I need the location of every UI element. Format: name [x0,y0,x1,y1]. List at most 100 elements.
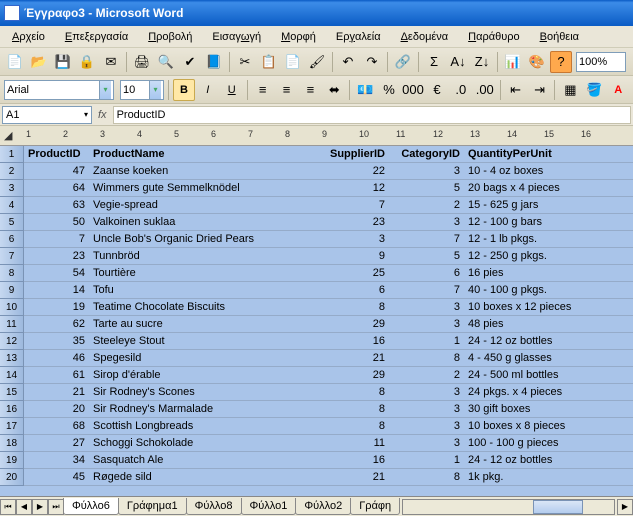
cell[interactable]: Zaanse koeken [89,163,319,179]
cell[interactable]: 24 - 500 ml bottles [464,367,614,383]
cell[interactable]: 3 [389,214,464,230]
dec-decimal-icon[interactable]: .00 [474,79,496,101]
formula-input[interactable]: ProductID [113,106,631,124]
inc-decimal-icon[interactable]: .0 [450,79,472,101]
percent-icon[interactable]: % [378,79,400,101]
undo-icon[interactable]: ↶ [337,51,359,73]
inc-indent-icon[interactable]: ⇥ [529,79,551,101]
cell[interactable]: Tofu [89,282,319,298]
cell[interactable]: Scottish Longbreads [89,418,319,434]
table-row[interactable]: 21Sir Rodney's Scones8324 pkgs. x 4 piec… [24,384,633,401]
sheet-tab[interactable]: Φύλλο1 [241,498,297,515]
cell[interactable]: 48 pies [464,316,614,332]
row-header[interactable]: 8 [0,265,24,282]
cell[interactable]: 1k pkg. [464,469,614,485]
row-header[interactable]: 15 [0,384,24,401]
paste-icon[interactable]: 📄 [282,51,304,73]
cell[interactable]: 8 [389,469,464,485]
row-header[interactable]: 10 [0,299,24,316]
column-header[interactable]: QuantityPerUnit [464,146,614,162]
cell[interactable]: 47 [24,163,89,179]
row-header[interactable]: 20 [0,469,24,486]
cell[interactable]: 25 [319,265,389,281]
font-dropdown[interactable]: ▾ [4,80,114,100]
font-color-icon[interactable]: A [607,79,629,101]
align-right-icon[interactable]: ≡ [299,79,321,101]
table-row[interactable]: 27Schoggi Schokolade113100 - 100 g piece… [24,435,633,452]
row-header[interactable]: 16 [0,401,24,418]
table-row[interactable]: 23Tunnbröd9512 - 250 g pkgs. [24,248,633,265]
cell[interactable]: 54 [24,265,89,281]
cell[interactable]: 63 [24,197,89,213]
new-icon[interactable]: 📄 [4,51,26,73]
table-row[interactable]: 14Tofu6740 - 100 g pkgs. [24,282,633,299]
align-center-icon[interactable]: ≡ [276,79,298,101]
cell[interactable]: 27 [24,435,89,451]
mail-icon[interactable]: ✉ [100,51,122,73]
zoom-dropdown[interactable]: 100% [576,52,626,72]
first-tab-icon[interactable]: ⏮ [0,499,16,515]
cell[interactable]: 7 [389,231,464,247]
cell[interactable]: 29 [319,316,389,332]
cell[interactable]: Sir Rodney's Marmalade [89,401,319,417]
menu-δεδομένα[interactable]: Δεδομένα [395,29,455,45]
bold-icon[interactable]: B [173,79,195,101]
cell[interactable]: 10 boxes x 12 pieces [464,299,614,315]
cell[interactable]: 23 [24,248,89,264]
cell[interactable]: Schoggi Schokolade [89,435,319,451]
cell[interactable]: 16 [319,333,389,349]
cell[interactable]: Sir Rodney's Scones [89,384,319,400]
row-header[interactable]: 9 [0,282,24,299]
cell[interactable]: 3 [389,384,464,400]
table-row[interactable]: 64Wimmers gute Semmelknödel12520 bags x … [24,180,633,197]
preview-icon[interactable]: 🔍 [155,51,177,73]
cell[interactable]: 35 [24,333,89,349]
cell[interactable]: 45 [24,469,89,485]
cell[interactable]: 12 - 250 g pkgs. [464,248,614,264]
row-header[interactable]: 2 [0,163,24,180]
chevron-down-icon[interactable]: ▾ [99,81,111,99]
cell[interactable]: 8 [319,384,389,400]
cell[interactable]: 40 - 100 g pkgs. [464,282,614,298]
menu-εισαγωγή[interactable]: Εισαγωγή [206,29,267,45]
italic-icon[interactable]: I [197,79,219,101]
table-row[interactable]: 19Teatime Chocolate Biscuits8310 boxes x… [24,299,633,316]
menu-μορφή[interactable]: Μορφή [275,29,322,45]
cell[interactable]: 62 [24,316,89,332]
cell[interactable]: 3 [389,435,464,451]
cell[interactable]: 23 [319,214,389,230]
cell[interactable]: 12 - 100 g bars [464,214,614,230]
cell[interactable]: 8 [319,418,389,434]
cell[interactable]: 50 [24,214,89,230]
scroll-right-icon[interactable]: ▶ [617,499,633,515]
comma-icon[interactable]: 000 [402,79,424,101]
row-header[interactable]: 5 [0,214,24,231]
currency-icon[interactable]: 💶 [354,79,376,101]
table-row[interactable]: 62Tarte au sucre29348 pies [24,316,633,333]
row-header[interactable]: 19 [0,452,24,469]
cell[interactable]: 22 [319,163,389,179]
cell[interactable]: 5 [389,248,464,264]
cell[interactable]: 14 [24,282,89,298]
last-tab-icon[interactable]: ⏭ [48,499,64,515]
fill-color-icon[interactable]: 🪣 [583,79,605,101]
cell[interactable]: 24 - 12 oz bottles [464,452,614,468]
dec-indent-icon[interactable]: ⇤ [505,79,527,101]
spreadsheet-grid[interactable]: 1234567891011121314151617181920 ProductI… [0,146,633,496]
row-header[interactable]: 18 [0,435,24,452]
table-row[interactable]: 63Vegie-spread7215 - 625 g jars [24,197,633,214]
sheet-tab[interactable]: Φύλλο2 [295,498,351,515]
sort-desc-icon[interactable]: Z↓ [471,51,493,73]
cell[interactable]: Uncle Bob's Organic Dried Pears [89,231,319,247]
research-icon[interactable]: 📘 [203,51,225,73]
chevron-down-icon[interactable]: ▾ [84,110,88,119]
underline-icon[interactable]: U [221,79,243,101]
euro-icon[interactable]: € [426,79,448,101]
cell[interactable]: 1 [389,333,464,349]
cell[interactable]: 7 [319,197,389,213]
cell[interactable]: 21 [24,384,89,400]
sheet-tab[interactable]: Φύλλο8 [186,498,242,515]
fx-label[interactable]: fx [98,109,107,121]
redo-icon[interactable]: ↷ [361,51,383,73]
cell[interactable]: Valkoinen suklaa [89,214,319,230]
